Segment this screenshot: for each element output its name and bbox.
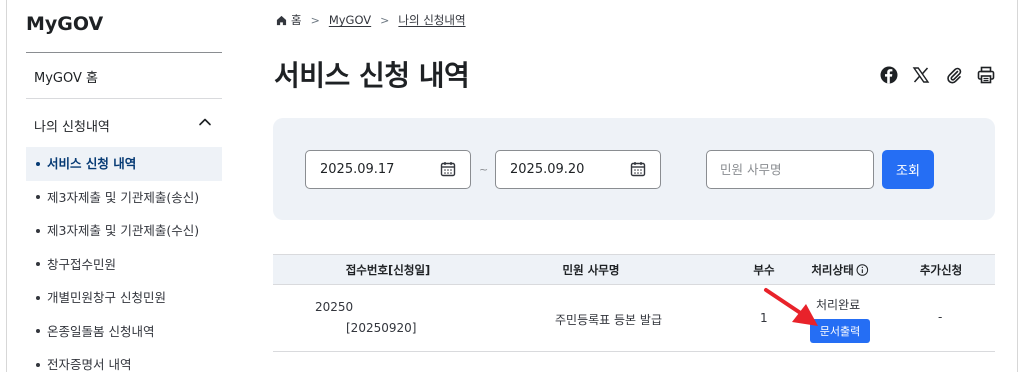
apply-date: [20250920] xyxy=(346,321,417,335)
calendar-icon[interactable] xyxy=(630,161,646,177)
facebook-icon[interactable] xyxy=(880,66,898,84)
breadcrumb: 홈 > MyGOV > 나의 신청내역 xyxy=(276,12,466,28)
page-title: 서비스 신청 내역 xyxy=(274,59,470,92)
bullet-icon xyxy=(36,262,40,266)
link-icon[interactable] xyxy=(945,66,963,84)
chevron-right-icon: > xyxy=(380,13,390,27)
column-header-copies: 부수 xyxy=(753,263,775,277)
bullet-icon xyxy=(36,329,40,333)
info-icon[interactable] xyxy=(856,263,869,276)
row-divider xyxy=(273,351,995,352)
column-header-extra: 추가신청 xyxy=(919,263,963,277)
receipt-number: 20250 xyxy=(315,300,354,314)
breadcrumb-mygov[interactable]: MyGOV xyxy=(329,13,371,27)
sidebar-item-individual-counter[interactable]: 개별민원창구 신청민원 xyxy=(26,281,222,315)
date-range-separator: ~ xyxy=(479,163,489,176)
print-icon[interactable] xyxy=(977,66,995,84)
calendar-icon[interactable] xyxy=(440,161,456,177)
bullet-icon xyxy=(36,195,40,199)
sidebar-item-mygov-home[interactable]: MyGOV 홈 xyxy=(34,67,98,86)
bullet-icon xyxy=(36,228,40,233)
site-logo[interactable]: MyGOV xyxy=(26,13,103,35)
sidebar-item-third-party-sent[interactable]: 제3자제출 및 기관제출(송신) xyxy=(26,181,222,215)
breadcrumb-my-applications[interactable]: 나의 신청내역 xyxy=(398,12,465,28)
chevron-up-icon[interactable] xyxy=(197,114,213,130)
column-header-receipt: 접수번호[신청일] xyxy=(345,263,431,277)
sidebar-item-service-applications[interactable]: 서비스 신청 내역 xyxy=(26,147,222,181)
service-name-input[interactable] xyxy=(706,150,874,189)
column-header-status: 처리상태 xyxy=(811,262,869,278)
chevron-right-icon: > xyxy=(310,13,320,27)
sidebar-divider xyxy=(26,52,222,53)
sidebar-group-my-applications[interactable]: 나의 신청내역 xyxy=(34,116,110,135)
annotation-arrow-icon xyxy=(764,288,818,326)
bullet-icon xyxy=(36,161,40,166)
bullet-icon xyxy=(36,362,40,367)
search-button[interactable]: 조회 xyxy=(882,150,934,189)
bullet-icon xyxy=(36,295,40,300)
end-date-field[interactable]: 2025.09.20 xyxy=(495,150,661,189)
breadcrumb-home[interactable]: 홈 xyxy=(291,12,302,28)
sidebar-item-counter-receipt[interactable]: 창구접수민원 xyxy=(26,248,222,282)
service-name-cell: 주민등록표 등본 발급 xyxy=(555,313,662,327)
home-icon xyxy=(276,15,287,25)
sidebar-item-all-day-care[interactable]: 온종일돌봄 신청내역 xyxy=(26,315,222,349)
extra-application-cell: - xyxy=(938,310,943,324)
x-icon[interactable] xyxy=(912,66,930,84)
sidebar-divider xyxy=(26,98,222,99)
sidebar-submenu: 서비스 신청 내역 제3자제출 및 기관제출(송신) 제3자제출 및 기관제출(… xyxy=(26,147,222,372)
sidebar-item-third-party-received[interactable]: 제3자제출 및 기관제출(수신) xyxy=(26,214,222,248)
sidebar-item-e-certificates[interactable]: 전자증명서 내역 xyxy=(26,348,222,372)
column-header-service: 민원 사무명 xyxy=(562,263,620,277)
start-date-field[interactable]: 2025.09.17 xyxy=(305,150,471,189)
